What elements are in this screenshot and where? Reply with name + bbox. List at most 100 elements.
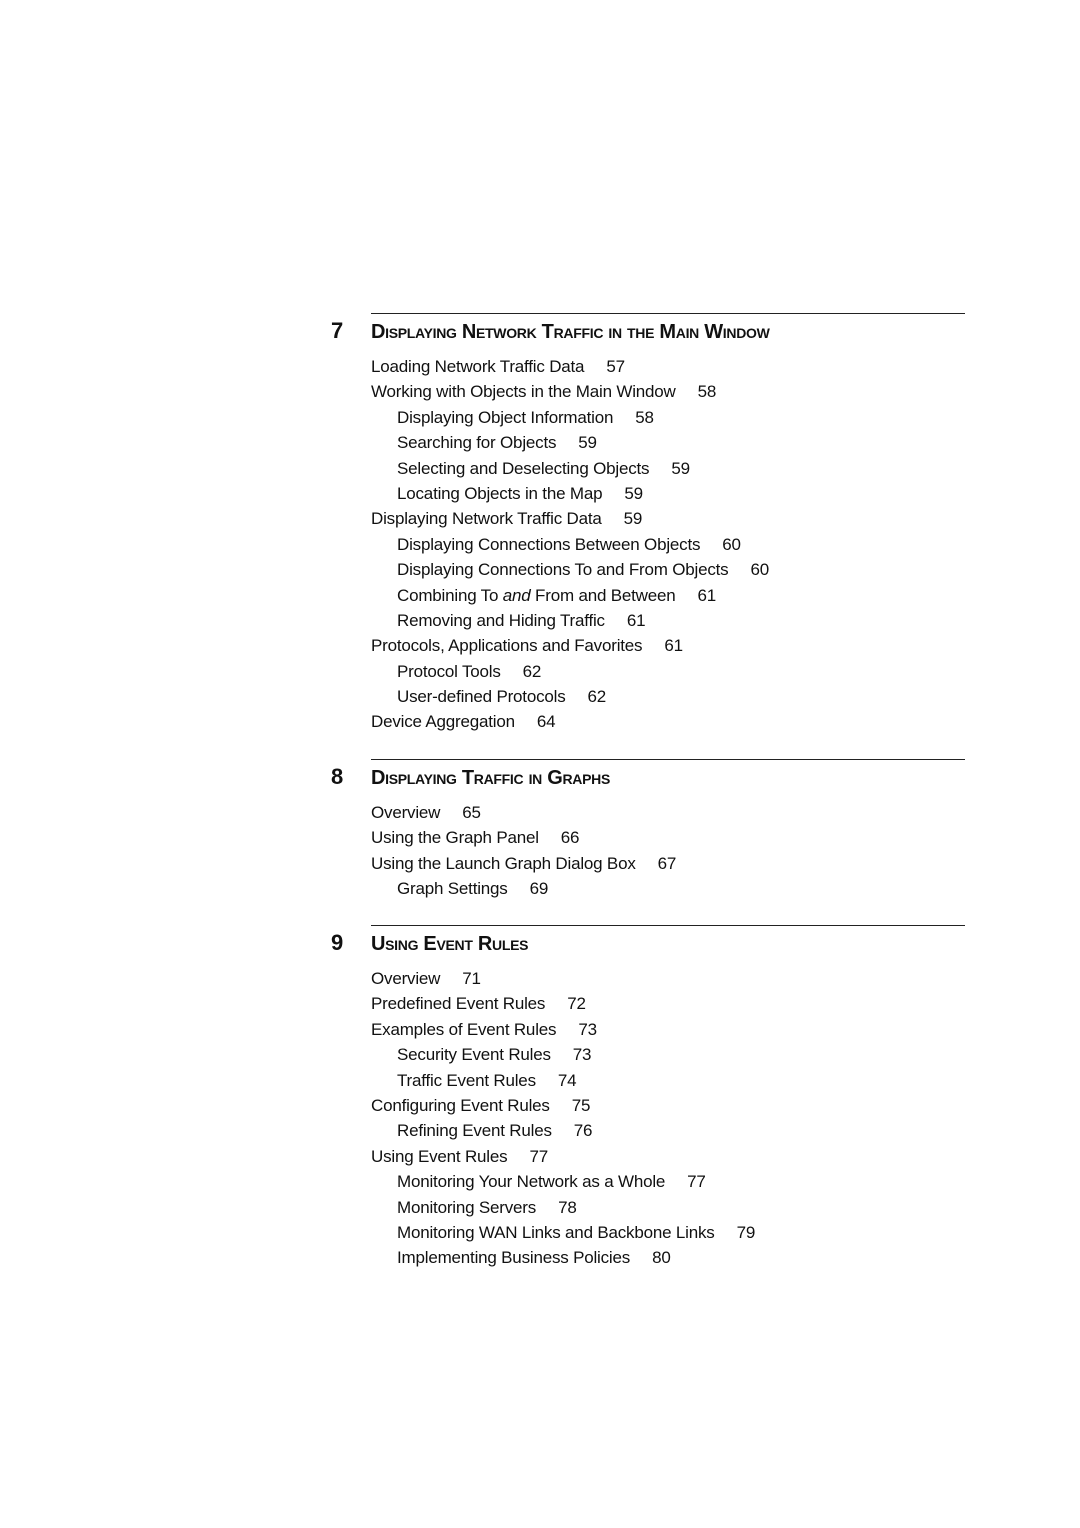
entry-title: Searching for Objects: [397, 433, 557, 453]
entry-title: Displaying Object Information: [397, 407, 614, 427]
toc-entry[interactable]: Loading Network Traffic Data 57: [371, 354, 965, 379]
entry-page-number: 66: [560, 828, 580, 848]
toc-entry[interactable]: Graph Settings 69: [371, 876, 965, 901]
toc-entry[interactable]: Monitoring Your Network as a Whole 77: [371, 1169, 965, 1194]
chapter-heading: 7 Displaying Network Traffic in the Main…: [331, 314, 965, 354]
entry-title: Refining Event Rules: [397, 1121, 552, 1141]
entry-title: Using Event Rules: [371, 1146, 508, 1166]
toc-entry[interactable]: Displaying Connections To and From Objec…: [371, 557, 965, 582]
entry-page-number: 57: [606, 357, 625, 376]
toc-entry[interactable]: Using the Graph Panel 66: [371, 825, 965, 850]
chapter-title[interactable]: Using Event Rules: [371, 933, 528, 956]
entry-title: Removing and Hiding Traffic: [397, 610, 605, 630]
entry-page-number: 59: [624, 483, 643, 503]
entry-page-number: 67: [657, 853, 677, 873]
entry-page-number: 61: [697, 585, 716, 605]
toc-entry[interactable]: Combining To and From and Between 61: [371, 583, 965, 608]
entry-title-part: Combining To: [397, 585, 503, 605]
entry-page-number: 79: [736, 1222, 756, 1242]
toc-entry[interactable]: Selecting and Deselecting Objects 59: [371, 456, 965, 481]
toc-entry[interactable]: Implementing Business Policies 80: [371, 1245, 965, 1270]
entry-title: Working with Objects in the Main Window: [371, 382, 676, 402]
toc-entry[interactable]: Device Aggregation 64: [371, 709, 965, 734]
toc-entry[interactable]: Locating Objects in the Map 59: [371, 481, 965, 506]
toc-entry[interactable]: Predefined Event Rules 72: [371, 991, 965, 1016]
entry-title: Security Event Rules: [397, 1045, 551, 1065]
toc-entry[interactable]: Removing and Hiding Traffic 61: [371, 608, 965, 633]
chapter-8: 8 Displaying Traffic in Graphs Overview 6…: [331, 759, 965, 902]
entry-title: Locating Objects in the Map: [397, 483, 603, 503]
toc-entry[interactable]: Security Event Rules 73: [371, 1042, 965, 1067]
entry-page-number: 64: [536, 712, 556, 732]
entry-title: Implementing Business Policies: [397, 1248, 631, 1268]
toc-entry[interactable]: Overview 65: [371, 800, 965, 825]
entry-page-number: 71: [462, 969, 481, 988]
entry-page-number: 62: [587, 687, 607, 707]
entry-page-number: 77: [687, 1172, 706, 1192]
entry-title: Displaying Connections Between Objects: [397, 534, 701, 554]
chapter-entries: Overview 65 Using the Graph Panel 66 Using t…: [371, 800, 965, 902]
toc-entry[interactable]: Examples of Event Rules 73: [371, 1017, 965, 1042]
toc-entry[interactable]: Overview 71: [371, 966, 965, 991]
entry-title: Using the Launch Graph Dialog Box: [371, 853, 636, 873]
toc-entry[interactable]: Using the Launch Graph Dialog Box 67: [371, 851, 965, 876]
entry-page-number: 60: [750, 560, 769, 580]
chapter-title[interactable]: Displaying Network Traffic in the Main W…: [371, 321, 770, 344]
entry-page-number: 73: [578, 1019, 597, 1039]
entry-page-number: 60: [722, 534, 741, 554]
entry-page-number: 78: [558, 1197, 577, 1217]
chapter-9: 9 Using Event Rules Overview 71 Predefined…: [331, 925, 965, 1271]
toc-entry[interactable]: Using Event Rules 77: [371, 1144, 965, 1169]
entry-title: Overview: [371, 969, 441, 988]
entry-page-number: 65: [462, 803, 481, 822]
entry-title: Displaying Network Traffic Data: [371, 509, 602, 529]
toc-entry[interactable]: Displaying Connections Between Objects 60: [371, 532, 965, 557]
toc-entry[interactable]: Displaying Network Traffic Data 59: [371, 506, 965, 531]
toc-entry[interactable]: Searching for Objects 59: [371, 430, 965, 455]
chapter-7: 7 Displaying Network Traffic in the Main…: [331, 313, 965, 735]
entry-page-number: 74: [557, 1070, 577, 1090]
entry-title-emphasis: and: [502, 585, 531, 605]
toc-entry[interactable]: Configuring Event Rules 75: [371, 1093, 965, 1118]
entry-title: Displaying Connections To and From Objec…: [397, 560, 729, 580]
entry-page-number: 75: [571, 1095, 591, 1115]
toc-entry[interactable]: Protocol Tools 62: [371, 659, 965, 684]
entry-title: Monitoring WAN Links and Backbone Links: [397, 1222, 715, 1242]
entry-page-number: 76: [573, 1121, 593, 1141]
toc-entry[interactable]: Monitoring Servers 78: [371, 1195, 965, 1220]
chapter-number: 8: [331, 764, 344, 789]
toc-entry[interactable]: Protocols, Applications and Favorites 61: [371, 633, 965, 658]
entry-title: Monitoring Your Network as a Whole: [397, 1172, 666, 1192]
entry-page-number: 72: [567, 994, 586, 1014]
entry-page-number: 77: [529, 1146, 548, 1166]
entry-page-number: 58: [697, 382, 717, 402]
toc-entry[interactable]: Monitoring WAN Links and Backbone Links 7…: [371, 1220, 965, 1245]
entry-title: Configuring Event Rules: [371, 1095, 550, 1115]
chapter-number: 9: [331, 930, 344, 955]
entry-page-number: 61: [626, 610, 646, 630]
toc-entry[interactable]: Working with Objects in the Main Window 5…: [371, 379, 965, 404]
entry-page-number: 58: [635, 407, 654, 427]
entry-page-number: 59: [671, 458, 690, 478]
entry-page-number: 59: [623, 509, 643, 529]
chapter-heading: 9 Using Event Rules: [331, 926, 965, 966]
entry-title: User-defined Protocols: [397, 687, 566, 707]
chapter-heading: 8 Displaying Traffic in Graphs: [331, 760, 965, 800]
entry-page-number: 62: [522, 661, 542, 681]
entry-title-part: From and Between: [530, 585, 676, 605]
entry-title: Protocol Tools: [397, 661, 501, 681]
entry-page-number: 61: [664, 636, 683, 656]
entry-title: Loading Network Traffic Data: [371, 357, 585, 376]
entry-page-number: 69: [529, 879, 549, 899]
entry-page-number: 80: [652, 1248, 671, 1268]
toc-entry[interactable]: Displaying Object Information 58: [371, 405, 965, 430]
entry-title: Using the Graph Panel: [371, 828, 539, 848]
chapter-title[interactable]: Displaying Traffic in Graphs: [371, 767, 610, 790]
entry-title: Monitoring Servers: [397, 1197, 537, 1217]
toc-entry[interactable]: Refining Event Rules 76: [371, 1118, 965, 1143]
entry-title: Device Aggregation: [371, 712, 515, 732]
chapter-number: 7: [331, 318, 344, 343]
entry-title: Selecting and Deselecting Objects: [397, 458, 650, 478]
toc-entry[interactable]: Traffic Event Rules 74: [371, 1068, 965, 1093]
toc-entry[interactable]: User-defined Protocols 62: [371, 684, 965, 709]
